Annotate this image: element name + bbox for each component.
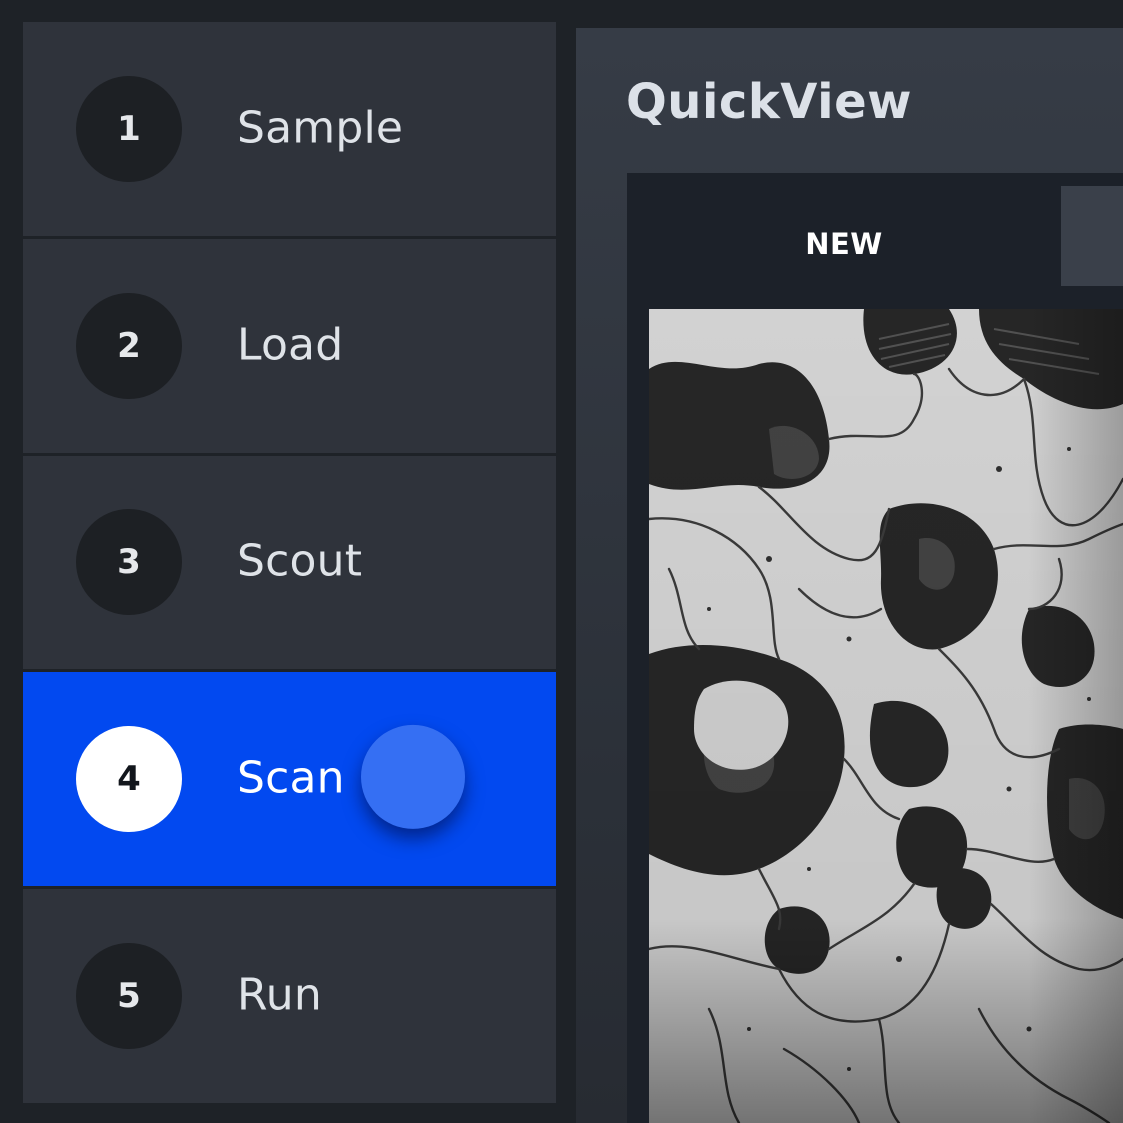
tab-secondary[interactable] <box>1061 186 1123 286</box>
step-label: Scout <box>237 535 363 587</box>
step-label: Run <box>237 969 322 1021</box>
workflow-steps-sidebar: 1 Sample 2 Load 3 Scout 4 Scan 5 Run <box>23 22 556 1103</box>
step-number-badge: 4 <box>76 726 182 833</box>
step-label: Scan <box>237 752 345 804</box>
step-label: Load <box>237 319 344 371</box>
main-panel: QuickView NEW <box>576 28 1123 1123</box>
step-number-badge: 2 <box>76 292 182 399</box>
step-scout[interactable]: 3 Scout <box>23 455 556 670</box>
image-viewer: NEW <box>627 173 1123 1123</box>
step-number-badge: 5 <box>76 943 182 1050</box>
step-label: Sample <box>237 102 404 154</box>
tab-new[interactable]: NEW <box>627 173 1061 314</box>
step-run[interactable]: 5 Run <box>23 889 556 1103</box>
step-scan[interactable]: 4 Scan <box>23 672 556 887</box>
step-number-badge: 1 <box>76 75 182 182</box>
step-load[interactable]: 2 Load <box>23 238 556 453</box>
step-sample[interactable]: 1 Sample <box>23 22 556 236</box>
app-title: QuickView <box>626 74 912 130</box>
micrograph-image <box>649 309 1123 1123</box>
touch-point-indicator <box>361 725 465 830</box>
step-number-badge: 3 <box>76 509 182 616</box>
